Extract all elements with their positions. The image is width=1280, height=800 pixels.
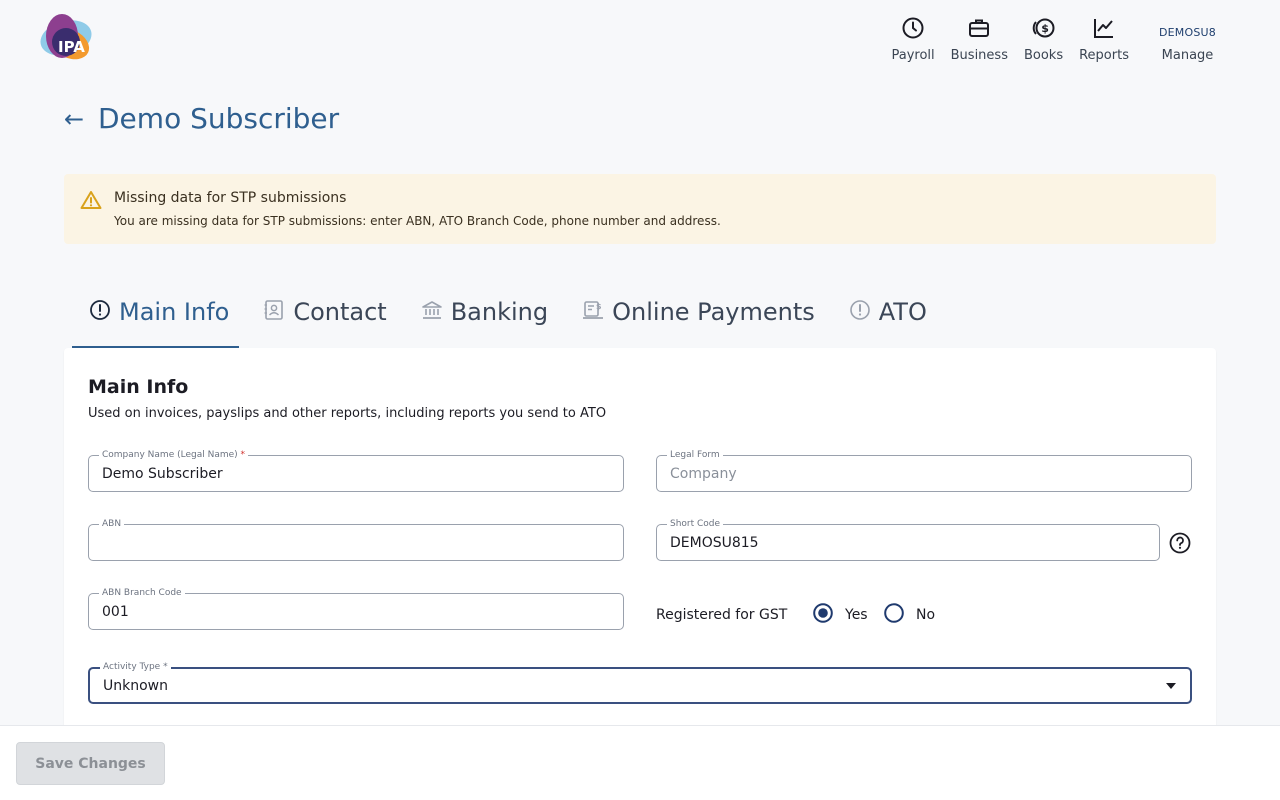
main-info-card: Main Info Used on invoices, payslips and…: [64, 348, 1216, 748]
radio-label: Yes: [845, 607, 868, 623]
alert-title: Missing data for STP submissions: [114, 190, 347, 206]
warning-triangle-icon: [80, 190, 102, 214]
required-mark: *: [240, 450, 246, 460]
contact-card-icon: [263, 299, 285, 325]
abn-input[interactable]: [102, 535, 556, 551]
gst-no-radio[interactable]: No: [884, 603, 935, 627]
tab-label: Contact: [293, 298, 387, 326]
field-label: ABN: [99, 518, 125, 530]
alert-circle-icon: [89, 299, 111, 325]
nav-label: Business: [950, 48, 1008, 63]
short-code-input[interactable]: [670, 535, 1097, 551]
tab-label: ATO: [878, 298, 927, 326]
activity-type-select[interactable]: Activity Type * Unknown: [88, 661, 1192, 704]
nav-label: Payroll: [891, 48, 935, 63]
short-code-field[interactable]: Short Code: [656, 518, 1160, 561]
page-header: ← Demo Subscriber: [64, 102, 339, 135]
nav-label: Books: [1023, 48, 1064, 63]
help-question-icon[interactable]: [1169, 532, 1191, 558]
radio-unselected-icon: [884, 603, 904, 627]
nav-label: Manage: [1161, 48, 1214, 63]
gst-yes-radio[interactable]: Yes: [813, 603, 868, 627]
company-name-field[interactable]: Company Name (Legal Name) *: [88, 449, 624, 492]
tab-banking[interactable]: Banking: [404, 290, 565, 334]
save-changes-button[interactable]: Save Changes: [16, 742, 165, 785]
activity-type-value: Unknown: [103, 678, 168, 694]
settings-tabs: Main Info Contact Banking $ Online Payme…: [72, 290, 944, 348]
tab-contact[interactable]: Contact: [246, 290, 403, 334]
svg-text:$: $: [596, 302, 602, 311]
tab-ato[interactable]: ATO: [832, 290, 944, 334]
payment-terminal-icon: $: [582, 299, 604, 325]
action-bar: Save Changes: [0, 725, 1280, 800]
radio-selected-icon: [813, 603, 833, 627]
field-label: Short Code: [667, 518, 724, 530]
legal-form-value: Company: [670, 466, 737, 482]
radio-label: No: [916, 607, 936, 623]
logo-text: IPA: [58, 38, 85, 56]
nav-label: Reports: [1079, 48, 1129, 63]
dollar-coin-icon: $: [1031, 14, 1057, 42]
nav-reports[interactable]: Reports: [1071, 14, 1137, 63]
tab-label: Main Info: [119, 298, 230, 326]
tab-label: Banking: [450, 298, 549, 326]
user-code: DEMOSU8: [1158, 26, 1216, 39]
line-chart-icon: [1091, 14, 1117, 42]
top-navigation: Payroll Business $ Books Reports DEMOSU8…: [883, 14, 1224, 63]
svg-text:$: $: [1041, 22, 1049, 35]
gst-label: Registered for GST: [656, 607, 788, 623]
briefcase-icon: [966, 14, 992, 42]
dropdown-arrow-icon: [1166, 683, 1176, 689]
field-label: Legal Form: [667, 449, 723, 461]
field-label: Activity Type: [103, 662, 161, 672]
abn-branch-code-field[interactable]: ABN Branch Code: [88, 587, 624, 630]
nav-manage[interactable]: DEMOSU8 Manage: [1151, 14, 1224, 63]
company-name-input[interactable]: [102, 466, 556, 482]
abn-branch-code-input[interactable]: [102, 604, 556, 620]
clock-icon: [900, 14, 926, 42]
tab-label: Online Payments: [612, 298, 815, 326]
nav-books[interactable]: $ Books: [1016, 14, 1071, 63]
back-arrow-button[interactable]: ←: [64, 107, 98, 131]
abn-field[interactable]: ABN: [88, 518, 624, 561]
stp-warning-alert: Missing data for STP submissions You are…: [64, 174, 1216, 244]
tab-main-info[interactable]: Main Info: [72, 290, 246, 334]
ipa-logo[interactable]: IPA: [36, 12, 96, 64]
field-label: Company Name (Legal Name): [102, 450, 238, 460]
bank-icon: [421, 299, 443, 325]
tab-online-payments[interactable]: $ Online Payments: [565, 290, 832, 334]
nav-payroll[interactable]: Payroll: [883, 14, 942, 63]
section-title: Main Info: [88, 376, 189, 398]
legal-form-field[interactable]: Legal Form Company: [656, 449, 1192, 492]
alert-circle-icon: [849, 299, 871, 325]
alert-text: You are missing data for STP submissions…: [114, 214, 721, 228]
section-subtitle: Used on invoices, payslips and other rep…: [88, 406, 607, 421]
page-title: Demo Subscriber: [98, 102, 340, 135]
nav-business[interactable]: Business: [943, 14, 1016, 63]
field-label: ABN Branch Code: [99, 587, 185, 599]
required-mark: *: [163, 662, 168, 672]
